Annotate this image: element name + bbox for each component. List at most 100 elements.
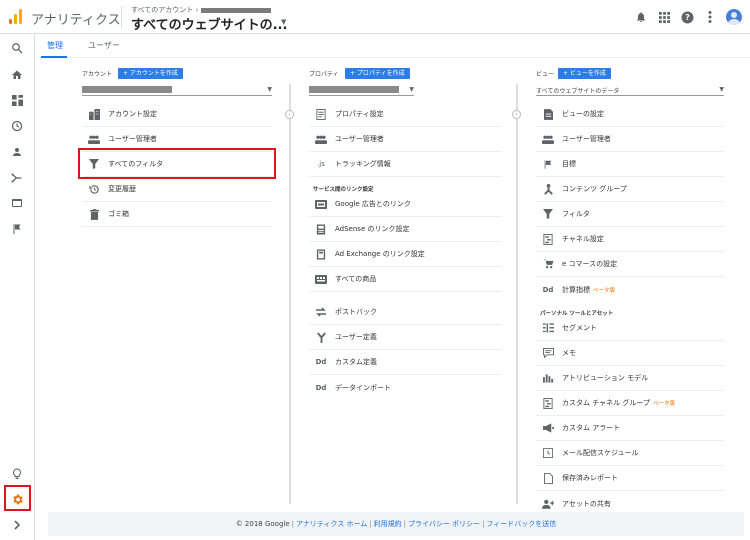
gear-highlight-box [4,485,31,511]
view-custom-channel-grouping-item[interactable]: カスタム チャネル グループ ベータ版 [536,391,724,416]
view-attribution-models-item[interactable]: アトリビューション モデル [536,366,724,391]
property-tracking-info-item[interactable]: .js トラッキング情報 [309,152,501,177]
item-label: データインポート [335,383,391,392]
view-content-grouping-item[interactable]: コンテンツ グループ [536,177,724,202]
custom-dimension-icon [315,331,327,343]
footer-link-terms[interactable]: 利用規約 [374,520,402,528]
home-icon[interactable] [8,66,26,84]
search-icon[interactable] [8,39,26,57]
account-settings-item[interactable]: アカウント設定 [82,102,272,127]
arrow-right-icon: › [512,110,521,119]
account-change-history-item[interactable]: 変更履歴 [82,177,272,202]
view-scheduled-emails-item[interactable]: メール配信スケジュール [536,441,724,466]
property-data-import-item[interactable]: Dd データインポート [309,375,501,400]
svg-text:?: ? [685,12,690,22]
view-channel-settings-item[interactable]: チャネル設定 [536,227,724,252]
behavior-icon[interactable] [8,194,26,212]
help-icon[interactable]: ? [680,10,694,24]
analytics-logo-icon[interactable] [9,9,23,24]
view-ecommerce-settings-item[interactable]: e コマースの設定 [536,252,724,277]
people-icon [315,133,327,145]
item-label: メモ [562,349,576,357]
create-view-button[interactable]: + ビューを作成 [558,68,611,79]
view-user-management-item[interactable]: ユーザー管理者 [536,127,724,152]
building-icon [88,108,100,120]
property-custom-definitions-item[interactable]: ユーザー定義 [309,325,501,350]
property-settings-item[interactable]: プロパティ設定 [309,102,501,127]
property-ad-exchange-link-item[interactable]: Ad Exchange のリンク設定 [309,242,501,267]
property-selector-underline [309,84,414,96]
customization-icon[interactable] [8,91,26,109]
top-bar: アナリティクス すべてのアカウント › すべてのウェブサイトの... ▼ ? [0,0,750,34]
content-group-icon [542,183,554,195]
header-divider [121,6,122,28]
view-custom-alerts-item[interactable]: カスタム アラート [536,416,724,441]
saved-report-icon [542,472,554,484]
apps-grid-icon[interactable] [657,10,671,24]
property-custom-metrics-item[interactable]: Dd カスタム定義 [309,350,501,375]
property-postback-item[interactable]: ポストバック [309,300,501,325]
item-label: Ad Exchange のリンク設定 [335,250,425,258]
tab-user[interactable]: ユーザー [88,40,120,51]
column-divider [289,84,291,504]
clock-icon [542,447,554,459]
view-selector[interactable]: すべてのウェブサイトのデータ ▼ [536,84,724,96]
segment-icon [542,322,554,334]
item-label: ゴミ箱 [108,210,129,218]
item-label: アセットの共有 [562,499,611,508]
view-annotations-item[interactable]: メモ [536,341,724,366]
item-label: 保存済みレポート [562,474,618,482]
view-settings-item[interactable]: ビューの設定 [536,102,724,127]
document-icon [315,108,327,120]
share-assets-icon [542,498,554,510]
property-heading: プロパティ [309,71,339,78]
account-selector[interactable]: ▼ [82,84,272,96]
account-trash-item[interactable]: ゴミ箱 [82,202,272,227]
view-saved-reports-item[interactable]: 保存済みレポート [536,466,724,491]
property-all-products-item[interactable]: すべての商品 [309,267,501,292]
property-user-management-item[interactable]: ユーザー管理者 [309,127,501,152]
js-icon: .js [317,160,325,168]
postback-icon [315,306,327,318]
left-nav [0,34,35,540]
more-vert-icon[interactable] [703,10,717,24]
property-adsense-link-item[interactable]: AdSense のリンク設定 [309,217,501,242]
footer-link-feedback[interactable]: フィードバックを送信 [486,520,556,528]
create-property-button[interactable]: + プロパティを作成 [345,68,410,79]
item-label: コンテンツ グループ [562,185,627,193]
caret-down-icon: ▼ [267,86,272,93]
dd-icon: Dd [315,358,327,366]
view-heading: ビュー [536,71,555,78]
item-label: フィルタ [562,210,590,218]
item-label: アカウント設定 [108,110,157,118]
clock-icon[interactable] [8,117,26,135]
person-icon[interactable] [8,143,26,161]
caret-down-icon[interactable]: ▼ [281,18,286,26]
view-calculated-metrics-item[interactable]: Dd 計算指標 ベータ版 [536,277,724,302]
footer-link-privacy[interactable]: プライバシー ポリシー [408,520,480,528]
footer-link-analytics-home[interactable]: アナリティクス ホーム [296,520,367,528]
history-icon [88,183,100,195]
footer: © 2018 Google | アナリティクス ホーム | 利用規約 | プライバシー ポリ… [48,512,744,536]
property-selector[interactable]: すべてのウェブサイトの... [131,14,287,33]
bell-icon[interactable] [634,10,648,24]
ad-exchange-icon [315,248,327,260]
avatar[interactable] [726,9,742,25]
flag-icon[interactable] [8,220,26,238]
channel-icon [542,233,554,245]
view-filters-item[interactable]: フィルタ [536,202,724,227]
view-segments-item[interactable]: セグメント [536,316,724,341]
create-account-button[interactable]: + アカウントを作成 [118,68,183,79]
item-label: ポストバック [335,308,377,316]
item-label: ユーザー管理者 [562,135,611,143]
memo-icon [542,347,554,359]
item-label: 目標 [562,160,576,168]
lightbulb-icon[interactable] [8,465,26,483]
item-label: 変更履歴 [108,185,136,193]
beta-badge: ベータ版 [593,287,616,294]
acquisition-icon[interactable] [8,169,26,187]
property-google-ads-link-item[interactable]: Google 広告とのリンク [309,192,501,217]
tab-admin[interactable]: 管理 [47,40,63,51]
view-goals-item[interactable]: 目標 [536,152,724,177]
expand-chevron-icon[interactable] [8,516,26,534]
